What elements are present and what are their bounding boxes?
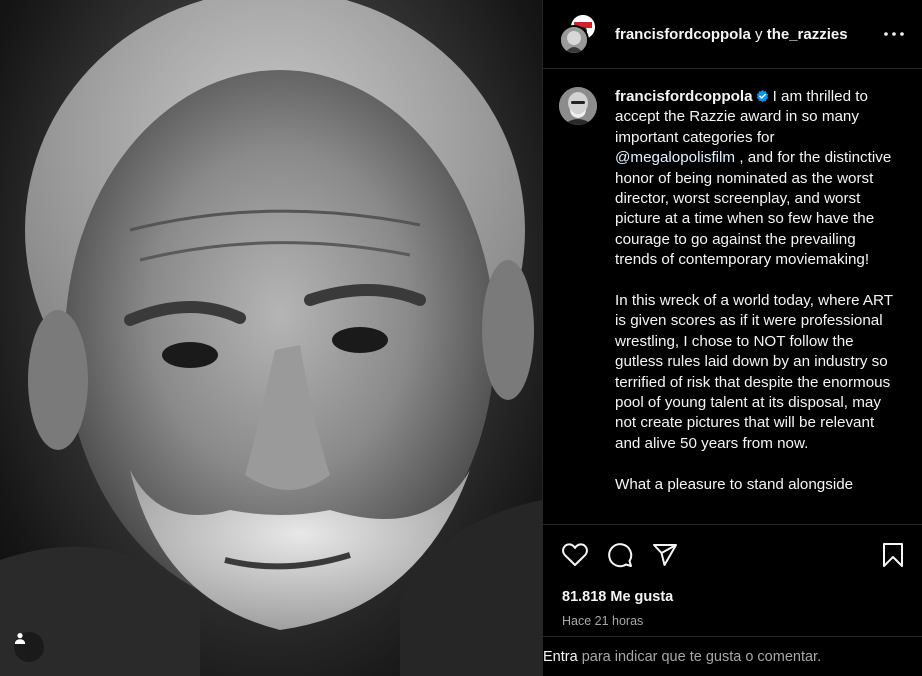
caption-paragraph-2: In this wreck of a world today, where AR… bbox=[615, 292, 893, 452]
mention-megalopolisfilm[interactable]: @megalopolisfilm bbox=[615, 149, 735, 166]
post-header: francisfordcoppola y the_razzies bbox=[543, 0, 922, 69]
paper-plane-icon bbox=[653, 544, 677, 566]
login-link[interactable]: Entra bbox=[543, 649, 578, 665]
caption-text: francisfordcoppola I am thrilled to acce… bbox=[615, 87, 893, 524]
more-horizontal-icon bbox=[884, 32, 904, 36]
collab-avatars[interactable] bbox=[559, 13, 601, 55]
login-prompt-text: para indicar que te gusta o comentar. bbox=[577, 648, 822, 665]
verified-badge-icon bbox=[756, 90, 768, 103]
comment-icon bbox=[608, 543, 633, 568]
heart-icon bbox=[562, 543, 588, 566]
post-side-panel: francisfordcoppola y the_razzies francis… bbox=[542, 0, 922, 676]
caption-paragraph-1-continued: , and for the distinctive honor of being… bbox=[615, 149, 892, 269]
action-bar bbox=[543, 525, 922, 585]
bookmark-icon bbox=[883, 543, 903, 567]
header-conjunction: y bbox=[755, 25, 763, 43]
actions-section: 81.818 Me gusta Hace 21 horas bbox=[543, 524, 922, 628]
like-button[interactable] bbox=[559, 539, 591, 571]
save-button[interactable] bbox=[877, 539, 909, 571]
more-options-button[interactable] bbox=[880, 20, 908, 48]
author-header-avatar[interactable] bbox=[559, 25, 589, 55]
login-prompt: Entra para indicar que te gusta o coment… bbox=[543, 636, 922, 676]
header-collaborator-link[interactable]: the_razzies bbox=[767, 26, 848, 43]
post-timestamp[interactable]: Hace 21 horas bbox=[543, 614, 922, 628]
header-title: francisfordcoppola y the_razzies bbox=[615, 26, 880, 43]
caption-scroll-area[interactable]: francisfordcoppola I am thrilled to acce… bbox=[543, 69, 922, 524]
tagged-users-button[interactable] bbox=[14, 632, 44, 662]
caption-paragraph-3: What a pleasure to stand alongside bbox=[615, 475, 854, 493]
likes-count[interactable]: 81.818 Me gusta bbox=[543, 589, 922, 605]
post-photo[interactable] bbox=[0, 0, 542, 676]
author-face-icon bbox=[561, 27, 587, 53]
caption-author-link[interactable]: francisfordcoppola bbox=[615, 88, 753, 105]
share-button[interactable] bbox=[649, 539, 681, 571]
header-author-link[interactable]: francisfordcoppola bbox=[615, 26, 751, 43]
caption-author-avatar[interactable] bbox=[559, 87, 597, 125]
author-face-icon bbox=[559, 87, 597, 125]
portrait-image bbox=[0, 0, 542, 676]
user-tag-icon bbox=[14, 633, 26, 644]
comment-button[interactable] bbox=[604, 539, 636, 571]
